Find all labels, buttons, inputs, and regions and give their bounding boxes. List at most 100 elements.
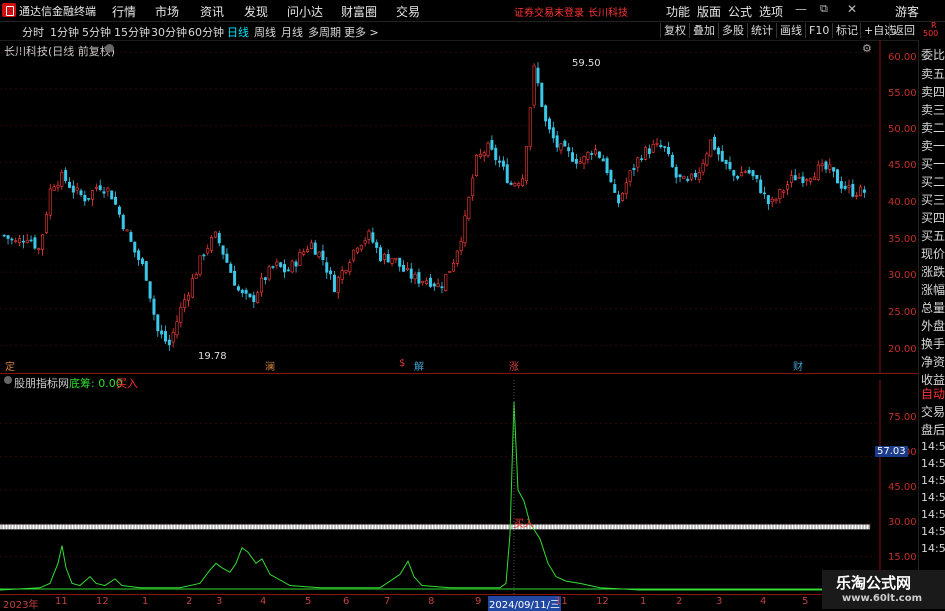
guest-button[interactable]: 游客 bbox=[895, 3, 919, 20]
candle-body bbox=[636, 157, 640, 168]
time-tick: 7 bbox=[384, 596, 391, 607]
candle-body bbox=[778, 189, 782, 199]
candle-body bbox=[797, 177, 801, 179]
quote-row[interactable]: 卖一 bbox=[921, 137, 945, 154]
menu-shichang[interactable]: 市场 bbox=[155, 3, 179, 20]
event-marker[interactable]: 解 bbox=[413, 358, 425, 373]
candle-body bbox=[18, 238, 22, 244]
candle-body bbox=[663, 146, 667, 148]
candle-body bbox=[843, 185, 847, 189]
menu-zixun[interactable]: 资讯 bbox=[200, 3, 224, 20]
fuquan-button[interactable]: 复权 bbox=[660, 23, 689, 38]
candle-body bbox=[240, 289, 244, 294]
candle-body bbox=[167, 339, 171, 346]
menu-jiaoyi[interactable]: 交易 bbox=[396, 3, 420, 20]
quote-row[interactable]: 换手 bbox=[921, 335, 945, 352]
event-marker[interactable]: 财 bbox=[792, 358, 804, 373]
quote-row[interactable]: 买二 bbox=[921, 173, 945, 190]
quote-row[interactable]: 总量 bbox=[921, 299, 945, 316]
quote-row[interactable]: 卖二 bbox=[921, 119, 945, 136]
quote-row[interactable]: 委比 bbox=[921, 46, 945, 63]
login-alert[interactable]: 证券交易未登录 bbox=[514, 4, 584, 19]
quote-row[interactable]: 卖五 bbox=[921, 65, 945, 82]
indicator-current-value: 57.03 bbox=[875, 446, 908, 457]
candle-body bbox=[436, 283, 440, 288]
tab-multiperiod[interactable]: 多周期 bbox=[308, 24, 341, 40]
indicator-tick: 75.00 bbox=[888, 412, 917, 423]
candlestick-chart[interactable] bbox=[0, 40, 918, 395]
quote-row[interactable]: 现价 bbox=[921, 245, 945, 262]
indicator-tick: 30.00 bbox=[888, 517, 917, 528]
menu-banmian[interactable]: 版面 bbox=[697, 3, 721, 20]
event-marker[interactable]: 涨 bbox=[508, 358, 520, 373]
quote-row[interactable]: 净资 bbox=[921, 353, 945, 370]
candle-body bbox=[156, 314, 160, 332]
candle-body bbox=[820, 163, 824, 167]
quote-row[interactable]: 外盘 bbox=[921, 317, 945, 334]
quote-row[interactable]: 买三 bbox=[921, 191, 945, 208]
quote-row[interactable]: 涨幅 bbox=[921, 281, 945, 298]
menu-xuanxiang[interactable]: 选项 bbox=[759, 3, 783, 20]
candle-body bbox=[332, 274, 336, 293]
menu-hangqing[interactable]: 行情 bbox=[112, 3, 136, 20]
tab-more[interactable]: 更多 > bbox=[344, 24, 379, 40]
candle-body bbox=[448, 271, 452, 273]
candle-body bbox=[317, 251, 321, 258]
watermark-url: www.60lt.com bbox=[842, 593, 923, 604]
tab-daily[interactable]: 日线 bbox=[227, 24, 249, 40]
menu-faxian[interactable]: 发现 bbox=[244, 3, 268, 20]
tongji-button[interactable]: 统计 bbox=[747, 23, 776, 38]
indicator-chart[interactable] bbox=[0, 380, 918, 594]
candle-body bbox=[33, 237, 37, 249]
candle-body bbox=[279, 262, 283, 268]
menu-wenxiaoda[interactable]: 问小达 bbox=[287, 3, 323, 20]
diejia-button[interactable]: 叠加 bbox=[689, 23, 718, 38]
quote-row[interactable]: 买一 bbox=[921, 155, 945, 172]
tab-60min[interactable]: 60分钟 bbox=[188, 24, 224, 40]
duogu-button[interactable]: 多股 bbox=[718, 23, 747, 38]
event-marker[interactable]: 澜 bbox=[264, 358, 276, 373]
candle-body bbox=[14, 240, 18, 243]
biaoji-button[interactable]: 标记 bbox=[832, 23, 861, 38]
candle-body bbox=[432, 283, 436, 287]
candle-body bbox=[793, 175, 797, 181]
candle-body bbox=[693, 173, 697, 178]
candle-body bbox=[544, 105, 548, 122]
candle-body bbox=[667, 146, 671, 154]
tab-30min[interactable]: 30分钟 bbox=[151, 24, 187, 40]
event-marker[interactable]: $ bbox=[398, 358, 406, 369]
quote-row[interactable]: 买四 bbox=[921, 209, 945, 226]
tab-15min[interactable]: 15分钟 bbox=[114, 24, 150, 40]
quote-row[interactable]: 卖四 bbox=[921, 83, 945, 100]
auto-toggle[interactable]: 自动 bbox=[921, 385, 945, 402]
huaxian-button[interactable]: 画线 bbox=[776, 23, 805, 38]
menu-gongneng[interactable]: 功能 bbox=[666, 3, 690, 20]
tab-monthly[interactable]: 月线 bbox=[281, 24, 303, 40]
quote-row[interactable]: 卖三 bbox=[921, 101, 945, 118]
candle-body bbox=[724, 159, 728, 164]
event-marker[interactable]: 定 bbox=[4, 358, 16, 373]
tab-1min[interactable]: 1分钟 bbox=[50, 24, 79, 40]
tab-5min[interactable]: 5分钟 bbox=[82, 24, 111, 40]
back-button[interactable]: 返回 bbox=[889, 23, 918, 38]
tab-weekly[interactable]: 周线 bbox=[254, 24, 276, 40]
restore-icon[interactable]: ⧉ bbox=[820, 2, 828, 16]
candle-body bbox=[759, 179, 763, 194]
candle-body bbox=[471, 177, 475, 196]
candle-body bbox=[382, 253, 386, 260]
menu-gongshi[interactable]: 公式 bbox=[728, 3, 752, 20]
candle-body bbox=[98, 185, 102, 190]
quote-row[interactable]: 买五 bbox=[921, 227, 945, 244]
menu-caifuquan[interactable]: 财富圈 bbox=[341, 3, 377, 20]
quote-row[interactable]: 涨跌 bbox=[921, 263, 945, 280]
close-icon[interactable]: ✕ bbox=[847, 2, 857, 16]
low-price-label: 19.78 bbox=[198, 351, 227, 362]
time-tick: 3 bbox=[716, 596, 723, 607]
candle-body bbox=[862, 189, 866, 193]
f10-button[interactable]: F10 bbox=[805, 23, 832, 38]
tab-fenshi[interactable]: 分时 bbox=[22, 24, 44, 40]
candle-body bbox=[160, 330, 164, 335]
candle-body bbox=[463, 215, 467, 244]
minimize-icon[interactable]: — bbox=[795, 2, 807, 16]
candle-body bbox=[555, 135, 559, 148]
